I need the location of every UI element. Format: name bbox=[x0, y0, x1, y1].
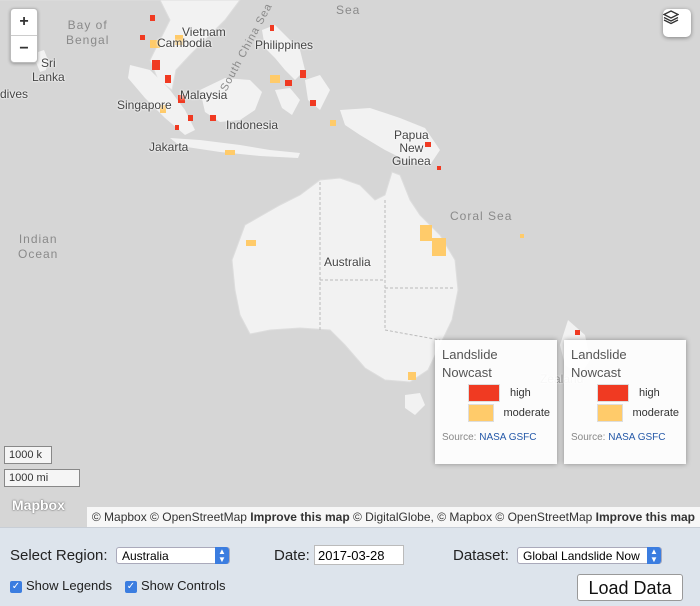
label-maldives: dives bbox=[0, 87, 29, 101]
label-malaysia: Malaysia bbox=[180, 88, 228, 102]
scale-bar-mi: 1000 mi bbox=[4, 469, 80, 487]
label-line: Bay of bbox=[67, 18, 108, 32]
legend-title: Landslide Nowcast bbox=[571, 347, 627, 380]
region-label: Select Region: bbox=[10, 547, 108, 564]
improve-map-link[interactable]: Improve this map bbox=[250, 510, 349, 524]
legend-landslide-nowcast-2: Landslide Nowcast high moderate Source: … bbox=[564, 340, 686, 464]
legend-row-moderate: moderate bbox=[468, 404, 550, 422]
dataset-label: Dataset: bbox=[453, 547, 509, 564]
map-view[interactable]: Bay of Bengal Indian Ocean Coral Sea Sea… bbox=[0, 0, 700, 527]
legend-source-link[interactable]: NASA GSFC bbox=[479, 432, 536, 443]
label-line: Bengal bbox=[66, 33, 110, 47]
label-papua-new-guinea: Papua New Guinea bbox=[392, 129, 431, 168]
legend-source-label: Source: bbox=[442, 432, 480, 443]
show-controls-label[interactable]: Show Controls bbox=[141, 578, 226, 593]
label-line: Ocean bbox=[18, 247, 59, 261]
legend-label: moderate bbox=[632, 407, 679, 419]
legend-row-high: high bbox=[468, 384, 550, 402]
layers-button[interactable] bbox=[663, 9, 691, 37]
select-arrows-icon: ▲ ▼ bbox=[647, 547, 661, 564]
region-select-value: Australia bbox=[122, 549, 169, 563]
legend-row-high: high bbox=[597, 384, 679, 402]
legend-source: Source: NASA GSFC bbox=[571, 432, 679, 443]
label-bay-of-bengal: Bay of Bengal bbox=[66, 18, 109, 48]
map-attribution: © Mapbox © OpenStreetMap Improve this ma… bbox=[86, 507, 700, 527]
label-indian-ocean: Indian Ocean bbox=[18, 232, 58, 262]
legend-swatch-high bbox=[597, 384, 629, 402]
attribution-text[interactable]: © Mapbox © OpenStreetMap bbox=[92, 510, 250, 524]
label-jakarta: Jakarta bbox=[149, 140, 189, 154]
label-philippines: Philippines bbox=[255, 38, 314, 52]
show-legends-checkbox[interactable]: ✓ bbox=[10, 581, 22, 593]
select-arrows-icon: ▲ ▼ bbox=[215, 547, 229, 564]
label-sea: Sea bbox=[336, 3, 361, 17]
layers-icon bbox=[663, 10, 679, 25]
legend-row-moderate: moderate bbox=[597, 404, 679, 422]
legend-source-label: Source: bbox=[571, 432, 609, 443]
controls-panel: Select Region: Australia ▲ ▼ Date: 2017-0… bbox=[0, 527, 700, 606]
load-data-button[interactable]: Load Data bbox=[577, 574, 683, 601]
label-line: Indian bbox=[18, 232, 58, 246]
scale-bar-km: 1000 k bbox=[4, 446, 52, 464]
label-cambodia: Cambodia bbox=[157, 36, 212, 50]
label-coral-sea: Coral Sea bbox=[450, 209, 513, 223]
label-line: Lanka bbox=[32, 70, 65, 84]
legend-label: high bbox=[510, 387, 531, 399]
label-line: Guinea bbox=[392, 154, 431, 168]
dataset-select-value: Global Landslide Now bbox=[523, 549, 640, 563]
zoom-control: + − bbox=[10, 8, 38, 63]
dataset-select[interactable]: Global Landslide Now ▲ ▼ bbox=[517, 547, 662, 564]
legend-swatch-moderate bbox=[468, 404, 494, 422]
land-philippines bbox=[262, 25, 305, 80]
legend-label: high bbox=[639, 387, 660, 399]
legend-title: Landslide Nowcast bbox=[442, 347, 498, 380]
legend-swatch-high bbox=[468, 384, 500, 402]
show-legends-label[interactable]: Show Legends bbox=[26, 578, 112, 593]
legend-landslide-nowcast-1: Landslide Nowcast high moderate Source: … bbox=[435, 340, 557, 464]
date-input[interactable]: 2017-03-28 bbox=[314, 545, 404, 565]
legend-source-link[interactable]: NASA GSFC bbox=[608, 432, 665, 443]
show-controls-checkbox[interactable]: ✓ bbox=[125, 581, 137, 593]
land-tasmania bbox=[405, 393, 425, 415]
date-label: Date: bbox=[274, 547, 310, 564]
zoom-in-button[interactable]: + bbox=[11, 9, 37, 35]
legend-swatch-moderate bbox=[597, 404, 623, 422]
land-sulawesi bbox=[275, 88, 300, 115]
region-select[interactable]: Australia ▲ ▼ bbox=[116, 547, 230, 564]
land-maluku bbox=[305, 75, 330, 110]
label-indonesia: Indonesia bbox=[226, 118, 279, 132]
legend-source: Source: NASA GSFC bbox=[442, 432, 550, 443]
label-australia: Australia bbox=[324, 255, 371, 269]
attribution-text[interactable]: © DigitalGlobe, © Mapbox © OpenStreetMap bbox=[350, 510, 596, 524]
land-australia bbox=[231, 171, 459, 383]
mapbox-logo[interactable]: Mapbox bbox=[12, 497, 65, 513]
zoom-out-button[interactable]: − bbox=[11, 35, 37, 62]
improve-map-link[interactable]: Improve this map bbox=[596, 510, 695, 524]
legend-label: moderate bbox=[503, 407, 550, 419]
label-singapore: Singapore bbox=[117, 98, 172, 112]
